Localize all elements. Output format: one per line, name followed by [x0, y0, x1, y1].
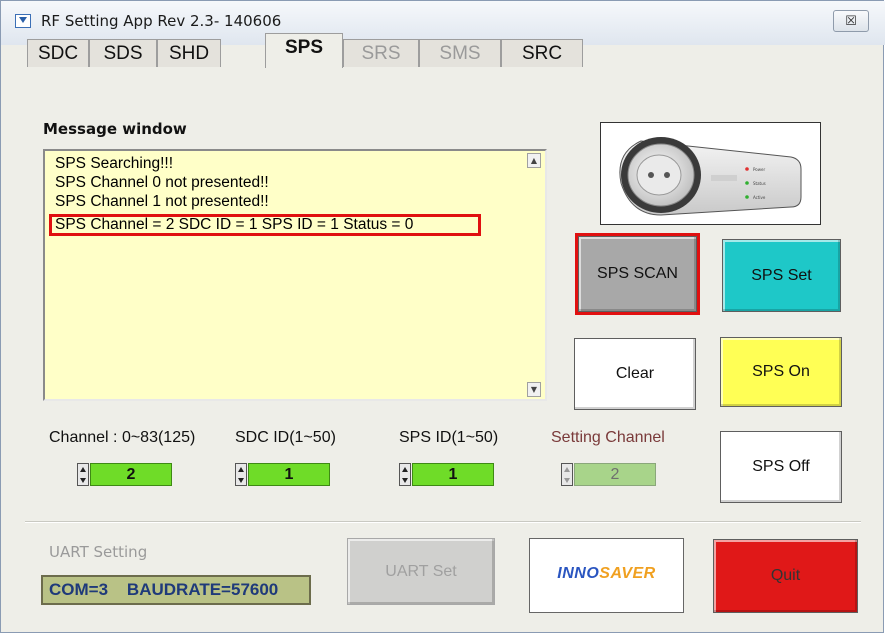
sps-set-label: SPS Set	[751, 266, 812, 284]
spin-arrows-icon[interactable]	[77, 463, 89, 486]
tab-srs[interactable]: SRS	[343, 39, 419, 67]
tab-sps[interactable]: SPS	[265, 33, 343, 68]
tab-sms[interactable]: SMS	[419, 39, 501, 67]
app-window: RF Setting App Rev 2.3- 140606 ☒ SDC SDS…	[0, 0, 885, 633]
device-image: Power Status Active	[600, 122, 821, 225]
quit-label: Quit	[770, 567, 801, 584]
tab-sds[interactable]: SDS	[89, 39, 157, 67]
uart-set-button[interactable]: UART Set	[347, 538, 495, 605]
setting-channel-value: 2	[574, 463, 656, 486]
sps-on-label: SPS On	[752, 363, 810, 380]
logo-text: INNOSAVER	[530, 565, 683, 583]
uart-status-display: COM=3 BAUDRATE=57600	[41, 575, 311, 605]
innosaver-logo: INNOSAVER	[529, 538, 684, 613]
sps-off-button[interactable]: SPS Off	[720, 431, 842, 503]
channel-label: Channel : 0~83(125)	[49, 429, 196, 446]
device-label-active: Active	[753, 195, 766, 200]
message-line: SPS Channel 1 not presented!!	[55, 193, 269, 210]
app-icon	[15, 14, 31, 28]
logo-part-2: SAVER	[599, 565, 656, 582]
sps-off-label: SPS Off	[752, 458, 810, 475]
tab-sdc[interactable]: SDC	[27, 39, 89, 67]
tab-src[interactable]: SRC	[501, 39, 583, 67]
sdc-id-value[interactable]: 1	[248, 463, 330, 486]
uart-set-label: UART Set	[385, 562, 457, 580]
sps-id-label: SPS ID(1~50)	[399, 429, 499, 446]
sps-on-button[interactable]: SPS On	[720, 337, 842, 407]
window-title: RF Setting App Rev 2.3- 140606	[41, 12, 282, 30]
vertical-scrollbar[interactable]: ▲ ▼	[526, 153, 543, 397]
message-window[interactable]: SPS Searching!!! SPS Channel 0 not prese…	[43, 149, 547, 401]
uart-setting-label: UART Setting	[49, 543, 148, 561]
message-window-label: Message window	[43, 120, 187, 138]
sdc-id-label: SDC ID(1~50)	[235, 429, 336, 446]
message-line: SPS Channel 0 not presented!!	[55, 174, 269, 191]
spin-arrows-icon[interactable]	[235, 463, 247, 486]
highlight-box	[49, 214, 481, 236]
close-button[interactable]: ☒	[833, 10, 869, 32]
smart-plug-image: Power Status Active	[619, 137, 802, 216]
logo-part-1: INNO	[557, 565, 600, 582]
quit-button[interactable]: Quit	[713, 539, 858, 613]
sps-set-button[interactable]: SPS Set	[722, 239, 841, 312]
divider	[25, 521, 861, 523]
clear-label: Clear	[615, 365, 655, 382]
sps-id-value[interactable]: 1	[412, 463, 494, 486]
scan-highlight-box	[575, 233, 700, 315]
scroll-down-icon[interactable]: ▼	[527, 382, 541, 397]
channel-value[interactable]: 2	[90, 463, 172, 486]
device-label-power: Power	[753, 167, 765, 172]
spin-arrows-icon[interactable]	[399, 463, 411, 486]
setting-channel-label: Setting Channel	[551, 429, 665, 446]
scroll-up-icon[interactable]: ▲	[527, 153, 541, 168]
clear-button[interactable]: Clear	[574, 338, 696, 410]
message-line: SPS Searching!!!	[55, 155, 174, 172]
device-label-status: Status	[753, 181, 766, 186]
tab-shd[interactable]: SHD	[157, 39, 221, 67]
spin-arrows-icon	[561, 463, 573, 486]
